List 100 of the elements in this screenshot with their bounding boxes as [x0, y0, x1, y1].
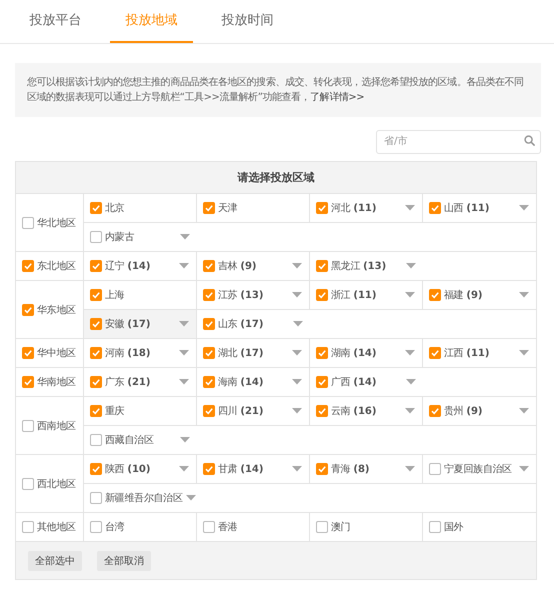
checkbox[interactable] [316, 521, 328, 533]
checkbox[interactable] [90, 202, 102, 214]
caret-icon[interactable] [406, 379, 416, 385]
caret-icon[interactable] [519, 466, 529, 472]
search-field[interactable]: 省/市 [376, 130, 541, 154]
checkbox[interactable] [429, 202, 441, 214]
city-count: (11) [466, 348, 490, 358]
caret-icon[interactable] [405, 408, 415, 414]
caret-icon[interactable] [293, 321, 303, 327]
checkbox[interactable] [429, 405, 441, 417]
city-count: (11) [466, 202, 490, 214]
province-label: 台湾 [105, 520, 124, 534]
checkbox[interactable] [22, 376, 34, 388]
caret-icon[interactable] [406, 263, 416, 269]
caret-icon[interactable] [405, 292, 415, 298]
region-label: 东北地区 [37, 260, 76, 273]
caret-icon[interactable] [292, 379, 302, 385]
checkbox[interactable] [316, 202, 328, 214]
checkbox[interactable] [22, 260, 34, 272]
caret-icon[interactable] [292, 350, 302, 356]
caret-icon[interactable] [292, 263, 302, 269]
caret-icon[interactable] [405, 350, 415, 356]
checkbox[interactable] [203, 376, 215, 388]
province-label: 香港 [218, 520, 238, 534]
checkbox[interactable] [22, 420, 34, 432]
checkbox[interactable] [22, 347, 34, 359]
checkbox[interactable] [22, 478, 34, 490]
caret-icon[interactable] [405, 205, 415, 211]
region-label: 华南地区 [37, 376, 76, 389]
province-label: 河南 [105, 346, 124, 360]
caret-icon[interactable] [405, 466, 415, 472]
checkbox[interactable] [203, 260, 215, 272]
checkbox[interactable] [90, 463, 102, 475]
caret-icon[interactable] [292, 466, 302, 472]
checkbox[interactable] [203, 202, 215, 214]
checkbox[interactable] [90, 347, 102, 359]
checkbox[interactable] [316, 289, 328, 301]
checkbox[interactable] [316, 260, 328, 272]
checkbox[interactable] [429, 347, 441, 359]
caret-icon[interactable] [179, 263, 189, 269]
city-count: (14) [240, 376, 264, 388]
checkbox[interactable] [22, 304, 34, 316]
checkbox[interactable] [90, 492, 102, 504]
city-count: (14) [127, 260, 150, 272]
checkbox[interactable] [90, 231, 102, 243]
caret-icon[interactable] [519, 292, 529, 298]
region-label: 华中地区 [37, 346, 76, 360]
checkbox[interactable] [203, 289, 215, 301]
checkbox[interactable] [316, 405, 328, 417]
province-label: 甘肃 [218, 462, 238, 476]
checkbox[interactable] [316, 347, 328, 359]
region-label: 西北地区 [37, 478, 76, 490]
city-count: (17) [240, 318, 264, 330]
province-label: 吉林 [218, 260, 238, 273]
checkbox[interactable] [203, 463, 215, 475]
checkbox[interactable] [316, 376, 328, 388]
province-label: 山西 [444, 202, 464, 215]
checkbox[interactable] [22, 521, 34, 533]
checkbox[interactable] [90, 405, 102, 417]
checkbox[interactable] [203, 347, 215, 359]
city-count: (13) [240, 290, 264, 300]
region-label: 华北地区 [37, 216, 76, 230]
caret-icon[interactable] [179, 350, 189, 356]
action-button[interactable]: 全部取消 [97, 550, 151, 570]
province-label: 新疆维吾尔自治区 [105, 492, 183, 505]
province-label: 内蒙古 [105, 230, 134, 244]
city-count: (9) [466, 290, 483, 300]
action-button[interactable]: 全部选中 [28, 550, 82, 570]
province-label: 江苏 [218, 288, 238, 302]
checkbox[interactable] [316, 463, 328, 475]
province-label: 四川 [218, 404, 238, 418]
caret-icon[interactable] [519, 408, 529, 414]
caret-icon[interactable] [292, 408, 302, 414]
checkbox[interactable] [429, 463, 441, 475]
details-link[interactable]: 了解详情>> [310, 92, 364, 103]
caret-icon[interactable] [519, 350, 529, 356]
checkbox[interactable] [203, 318, 215, 330]
caret-icon[interactable] [180, 234, 190, 240]
checkbox[interactable] [90, 521, 102, 533]
checkbox[interactable] [203, 405, 215, 417]
search-icon[interactable] [524, 135, 535, 146]
caret-icon[interactable] [179, 321, 189, 327]
checkbox[interactable] [429, 521, 441, 533]
caret-icon[interactable] [180, 437, 190, 443]
caret-icon[interactable] [519, 205, 529, 211]
caret-icon[interactable] [186, 495, 196, 501]
checkbox[interactable] [90, 260, 102, 272]
caret-icon[interactable] [292, 292, 302, 298]
checkbox[interactable] [429, 289, 441, 301]
checkbox[interactable] [90, 318, 102, 330]
checkbox[interactable] [90, 376, 102, 388]
caret-icon[interactable] [179, 466, 189, 472]
caret-icon[interactable] [179, 379, 189, 385]
tab[interactable]: 投放平台 [14, 0, 97, 43]
province-label: 黑龙江 [331, 260, 360, 273]
checkbox[interactable] [203, 521, 215, 533]
checkbox[interactable] [22, 216, 34, 228]
checkbox[interactable] [90, 289, 102, 301]
checkbox[interactable] [90, 434, 102, 446]
tab[interactable]: 投放时间 [206, 0, 289, 43]
